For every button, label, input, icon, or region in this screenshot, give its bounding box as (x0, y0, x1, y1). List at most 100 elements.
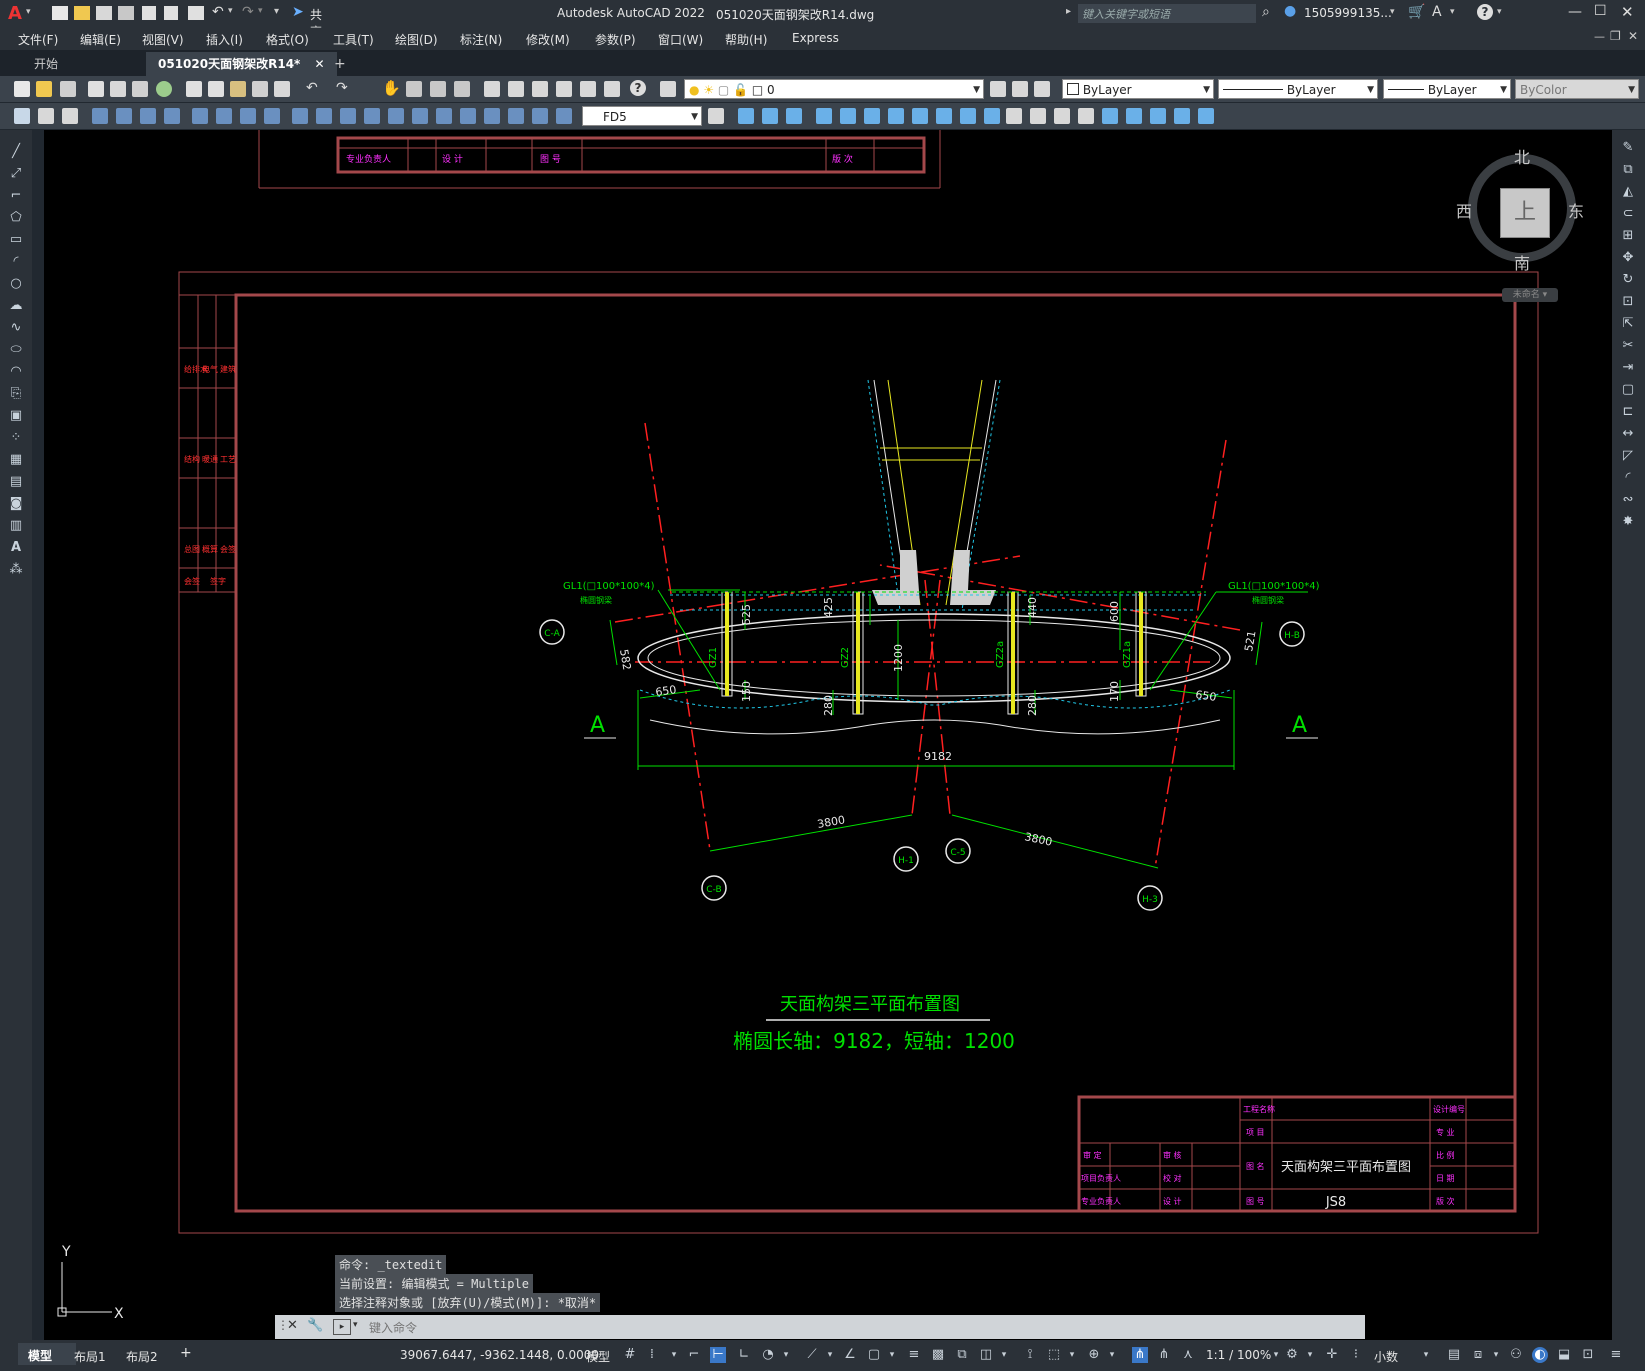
help-search-input[interactable]: 键入关键字或短语 (1078, 4, 1256, 23)
move-icon[interactable]: ✥ (1620, 250, 1636, 266)
command-input[interactable] (367, 1317, 1361, 1339)
exchange-apps-icon[interactable]: A (1432, 4, 1442, 20)
auto-scale-icon[interactable]: ⋔ (1156, 1347, 1172, 1363)
save-toolbar-icon[interactable] (60, 81, 76, 97)
command-customize-icon[interactable]: 🔧 (307, 1318, 323, 1333)
mirror-icon[interactable]: ◭ (1620, 184, 1636, 200)
pan-icon[interactable]: ✋ (382, 79, 401, 97)
3d-dwf-icon[interactable] (156, 81, 172, 97)
close-window-icon[interactable]: ✕ (1621, 3, 1634, 21)
qnew-icon[interactable] (14, 81, 30, 97)
menu-express[interactable]: Express (792, 31, 839, 45)
view-tool-10-icon[interactable] (960, 108, 976, 124)
infer-constraints-icon[interactable]: ⌐ (686, 1347, 702, 1363)
dim-angular-icon[interactable] (264, 108, 280, 124)
units-value[interactable]: 小数 (1374, 1348, 1398, 1365)
color-dropdown-icon[interactable]: ▼ (1203, 80, 1210, 100)
layer-on-icon[interactable]: ● (689, 83, 699, 97)
cut-icon[interactable] (186, 81, 202, 97)
add-selected-icon[interactable]: ⁂ (8, 562, 24, 578)
open-file-icon[interactable] (74, 6, 90, 20)
menu-insert[interactable]: 插入(I) (206, 31, 243, 48)
design-center-icon[interactable] (508, 81, 524, 97)
hatch-icon[interactable]: ▦ (8, 452, 24, 468)
redo-dropdown-icon[interactable]: ▾ (258, 6, 263, 16)
3d-osnap-dropdown-icon[interactable]: ▾ (996, 1347, 1012, 1363)
block-editor-icon[interactable] (274, 81, 290, 97)
layer-vp-icon[interactable]: ▢ (718, 83, 729, 97)
gizmo-icon[interactable]: ⊕ (1086, 1347, 1102, 1363)
dim-arc-icon[interactable] (140, 108, 156, 124)
viewcube-west[interactable]: 西 (1456, 198, 1472, 222)
view-tool-11-icon[interactable] (984, 108, 1000, 124)
add-layout-icon[interactable]: + (180, 1345, 192, 1361)
customization-icon[interactable]: ≡ (1608, 1347, 1624, 1363)
scale-dropdown-icon[interactable]: ▾ (1268, 1347, 1284, 1363)
layer-thaw-icon[interactable]: ☀ (703, 83, 714, 97)
render-tool-2-icon[interactable] (1030, 108, 1046, 124)
arc-icon[interactable]: ◜ (8, 254, 24, 270)
zoom-previous-icon[interactable] (454, 81, 470, 97)
dimstyle-dropdown[interactable]: FD5 ▼ (582, 106, 702, 126)
view-tool-1-icon[interactable] (738, 108, 754, 124)
view-tool-3-icon[interactable] (786, 108, 802, 124)
viewcube-east[interactable]: 东 (1568, 198, 1584, 222)
cart-icon[interactable]: 🛒 (1408, 4, 1425, 20)
open-icon[interactable] (36, 81, 52, 97)
snap-dropdown-icon[interactable]: ▾ (666, 1347, 682, 1363)
ucs-menu[interactable]: 未命名 ▾ (1502, 288, 1558, 302)
render-tool-1-icon[interactable] (1006, 108, 1022, 124)
center-mark-icon[interactable] (436, 108, 452, 124)
dim-style-manager-icon[interactable] (708, 108, 724, 124)
menu-parametric[interactable]: 参数(P) (595, 31, 636, 48)
isodraft-icon[interactable]: ⟋ (804, 1347, 820, 1363)
autocad-logo-icon[interactable]: A (8, 3, 22, 24)
menu-dimension[interactable]: 标注(N) (460, 31, 502, 48)
stretch-icon[interactable]: ⇱ (1620, 316, 1636, 332)
doc-restore-icon[interactable]: ❐ (1610, 29, 1621, 43)
annotation-monitor-icon[interactable]: ✛ (1324, 1347, 1340, 1363)
dim-diameter-icon[interactable] (240, 108, 256, 124)
tab-layout2[interactable]: 布局2 (126, 1348, 158, 1365)
array-icon[interactable]: ⊞ (1620, 228, 1636, 244)
annotation-visibility-icon[interactable]: ⋔ (1132, 1347, 1148, 1363)
grid-icon[interactable]: # (622, 1347, 638, 1363)
layer-dropdown-icon[interactable]: ▼ (973, 80, 980, 100)
dim-space-icon[interactable] (364, 108, 380, 124)
lock-ui-icon[interactable]: ⧈ (1470, 1347, 1486, 1363)
model-space-canvas[interactable]: 专业负责人 设 计 图 号 版 次 给排水 电气 建筑 结构 暖通 工艺 总图 … (44, 130, 1612, 1340)
tab-active-drawing[interactable]: 051020天面钢架改R14* ✕ (146, 52, 337, 76)
quickcalc-icon[interactable] (604, 81, 620, 97)
undo-dropdown-icon[interactable]: ▾ (228, 6, 233, 16)
tab-layout1[interactable]: 布局1 (74, 1348, 106, 1365)
table-icon[interactable]: ▥ (8, 518, 24, 534)
layer-properties-icon[interactable] (660, 81, 676, 97)
plotstyle-dropdown[interactable]: ByColor ▼ (1515, 79, 1639, 99)
transparency-icon[interactable]: ▩ (930, 1347, 946, 1363)
isodraft-dropdown-icon[interactable]: ▾ (822, 1347, 838, 1363)
dimstyle-dropdown-icon[interactable]: ▼ (691, 107, 698, 127)
construction-line-icon[interactable]: ⤢ (8, 166, 24, 182)
render-tool-8-icon[interactable] (1174, 108, 1190, 124)
inspect-icon[interactable] (460, 108, 476, 124)
render-tool-3-icon[interactable] (1054, 108, 1070, 124)
render-tool-7-icon[interactable] (1150, 108, 1166, 124)
osnap-dropdown-icon[interactable]: ▾ (884, 1347, 900, 1363)
lineweight-dropdown-icon[interactable]: ▼ (1500, 80, 1507, 100)
print-icon[interactable] (188, 6, 204, 20)
menu-edit[interactable]: 编辑(E) (80, 31, 121, 48)
break-at-point-icon[interactable]: ▢ (1620, 382, 1636, 398)
units-dropdown-icon[interactable]: ▾ (1418, 1347, 1434, 1363)
tolerance-icon[interactable] (412, 108, 428, 124)
copy-object-icon[interactable]: ⧉ (1620, 162, 1636, 178)
model-space-toggle[interactable]: 模型 (586, 1348, 610, 1365)
search-expand-icon[interactable]: ▸ (1066, 6, 1071, 17)
paste-icon[interactable] (230, 81, 246, 97)
view-tool-9-icon[interactable] (936, 108, 952, 124)
new-file-icon[interactable] (52, 6, 68, 20)
trim-icon[interactable]: ✂ (1620, 338, 1636, 354)
viewcube-top-face[interactable]: 上 (1500, 188, 1550, 238)
fillet-icon[interactable]: ◜ (1620, 470, 1636, 486)
save-as-icon[interactable] (118, 6, 134, 20)
share-icon[interactable]: ➤ (292, 4, 304, 20)
